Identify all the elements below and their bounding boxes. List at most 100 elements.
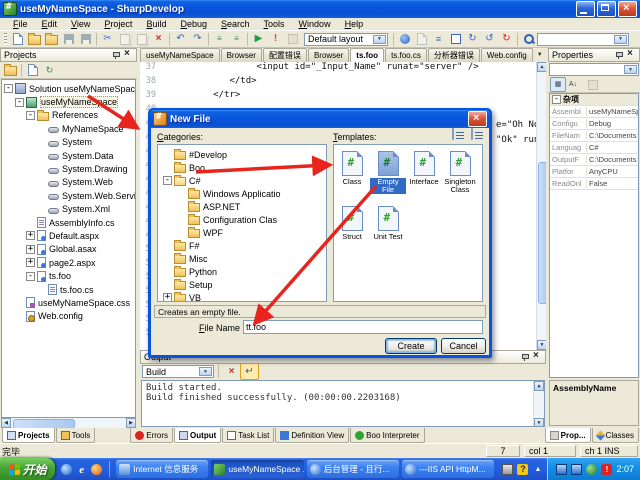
security-shield-icon[interactable]: ! — [601, 464, 612, 475]
toolbar-grip[interactable] — [4, 33, 7, 45]
task-button-iis[interactable]: Internet 信息服务 — [116, 460, 208, 478]
property-pages-button[interactable] — [586, 77, 600, 92]
stop-load-button[interactable]: ↻ — [498, 32, 515, 47]
output-category-combo[interactable]: Build — [142, 365, 214, 378]
network-icon[interactable] — [556, 464, 567, 475]
task-button-sharpdevelop[interactable]: useMyNameSpace ... — [211, 460, 303, 478]
property-row[interactable]: AssembluseMyNameSpa — [550, 106, 638, 118]
antivirus-icon[interactable] — [586, 464, 597, 475]
collapse-icon[interactable] — [15, 98, 24, 107]
property-row[interactable]: FileNamC:\Documents — [550, 130, 638, 142]
template-class[interactable]: Class — [334, 151, 370, 194]
view-list-button[interactable]: ≡ — [430, 32, 447, 47]
category-item[interactable]: F# — [158, 239, 326, 252]
delete-button[interactable]: × — [150, 32, 167, 47]
large-icons-view-button[interactable] — [452, 128, 454, 140]
dock-tab-errors[interactable]: Errors — [130, 428, 173, 443]
project-options-button[interactable] — [2, 63, 19, 78]
tree-item-file[interactable]: Global.asax — [2, 243, 135, 256]
open-file-button[interactable] — [26, 32, 43, 47]
url-combo[interactable] — [537, 33, 629, 46]
tab-ts-foo-cs[interactable]: ts.foo.cs — [385, 48, 427, 62]
category-item[interactable]: Setup — [158, 278, 326, 291]
menu-project[interactable]: Project — [97, 19, 139, 29]
task-button-admin[interactable]: 后台管理 - 且行... — [307, 460, 399, 478]
pin-icon[interactable] — [111, 50, 121, 60]
tab-config-errors[interactable]: 配置错误 — [263, 48, 307, 62]
show-all-files-button[interactable] — [24, 63, 41, 78]
tree-item-reference[interactable]: System.Drawing — [2, 162, 135, 175]
tree-item-reference[interactable]: System.Data — [2, 149, 135, 162]
tab-ts-foo[interactable]: ts.foo — [350, 48, 384, 63]
close-panel-icon[interactable] — [626, 50, 636, 60]
layout-combo[interactable]: Default layout — [304, 33, 388, 46]
collapse-icon[interactable] — [26, 272, 35, 281]
property-row[interactable]: ReadOnlFalse — [550, 178, 638, 190]
collapse-tray-icon[interactable]: ▲ — [532, 464, 543, 475]
category-item[interactable]: #Develop — [158, 148, 326, 161]
template-interface[interactable]: Interface — [406, 151, 442, 194]
menu-build[interactable]: Build — [139, 19, 173, 29]
tree-item-file[interactable]: Default.aspx — [2, 229, 135, 242]
expand-icon[interactable] — [26, 258, 35, 267]
category-item[interactable]: Boo — [158, 161, 326, 174]
template-singleton-class[interactable]: Singleton Class — [442, 151, 478, 194]
web-browse-button[interactable] — [396, 32, 413, 47]
dock-tab-output[interactable]: Output — [174, 428, 221, 443]
property-row[interactable]: OutputFC:\Documents — [550, 154, 638, 166]
dock-tab-task-list[interactable]: Task List — [222, 428, 274, 443]
word-wrap-button[interactable]: ↵ — [240, 363, 259, 380]
collapse-icon[interactable] — [4, 84, 13, 93]
tree-item-reference[interactable]: System — [2, 136, 135, 149]
tab-usemynamespace[interactable]: useMyNameSpace — [140, 48, 220, 62]
help-tray-icon[interactable]: ? — [517, 464, 528, 475]
template-struct[interactable]: Struct — [334, 206, 370, 241]
collapse-icon[interactable] — [552, 95, 561, 104]
category-item[interactable]: Python — [158, 265, 326, 278]
menu-view[interactable]: View — [64, 19, 97, 29]
menu-file[interactable]: File — [6, 19, 35, 29]
quick-launch-msn-icon[interactable] — [61, 464, 72, 475]
tree-item-project[interactable]: useMyNameSpace — [2, 95, 135, 108]
projects-hscrollbar[interactable]: ◀ ▶ — [1, 418, 136, 428]
pin-icon[interactable] — [614, 50, 624, 60]
category-item[interactable]: ASP.NET — [158, 200, 326, 213]
undo-button[interactable]: ↶ — [172, 32, 189, 47]
maximize-button[interactable] — [597, 1, 616, 17]
category-item[interactable]: WPF — [158, 226, 326, 239]
minimize-button[interactable] — [576, 1, 595, 17]
menu-tools[interactable]: Tools — [257, 19, 292, 29]
property-row[interactable]: LanguagC# — [550, 142, 638, 154]
uncomment-region-button[interactable]: ≡ — [228, 32, 245, 47]
category-item[interactable]: Windows Applicatio — [158, 187, 326, 200]
pin-icon[interactable] — [520, 352, 530, 362]
network2-icon[interactable] — [571, 464, 582, 475]
dock-tab-projects[interactable]: Projects — [2, 428, 55, 443]
menu-window[interactable]: Window — [292, 19, 338, 29]
tree-item-file[interactable]: AssemblyInfo.cs — [2, 216, 135, 229]
property-row[interactable]: PlatforAnyCPU — [550, 166, 638, 178]
task-button-iis-api[interactable]: ---IIS API HttpM... — [402, 460, 494, 478]
tree-item-file[interactable]: page2.aspx — [2, 256, 135, 269]
new-file-button[interactable] — [9, 32, 26, 47]
menu-help[interactable]: Help — [338, 19, 371, 29]
search-button[interactable] — [520, 32, 537, 47]
details-view-button[interactable] — [471, 128, 473, 140]
collapse-icon[interactable] — [163, 176, 172, 185]
redo-button[interactable]: ↷ — [189, 32, 206, 47]
tree-item-file[interactable]: ts.foo — [2, 269, 135, 282]
tree-item-reference[interactable]: System.Web — [2, 176, 135, 189]
close-button[interactable] — [618, 1, 637, 17]
tree-item-reference[interactable]: System.Web.Servi — [2, 189, 135, 202]
quick-launch-ie-icon[interactable]: e — [76, 464, 87, 475]
view-code-button[interactable] — [413, 32, 430, 47]
collapse-icon[interactable] — [26, 111, 35, 120]
expand-icon[interactable] — [26, 231, 35, 240]
output-vscrollbar[interactable]: ▲ ▼ — [533, 381, 544, 427]
dock-tab-classes[interactable]: Classes — [592, 428, 639, 443]
tab-list-chevron-icon[interactable]: ▼ — [534, 48, 546, 63]
menu-debug[interactable]: Debug — [173, 19, 214, 29]
property-row[interactable]: ConfiguDebug — [550, 118, 638, 130]
categorized-view-button[interactable]: ▦ — [550, 77, 566, 92]
tree-item-file[interactable]: Web.config — [2, 310, 135, 323]
